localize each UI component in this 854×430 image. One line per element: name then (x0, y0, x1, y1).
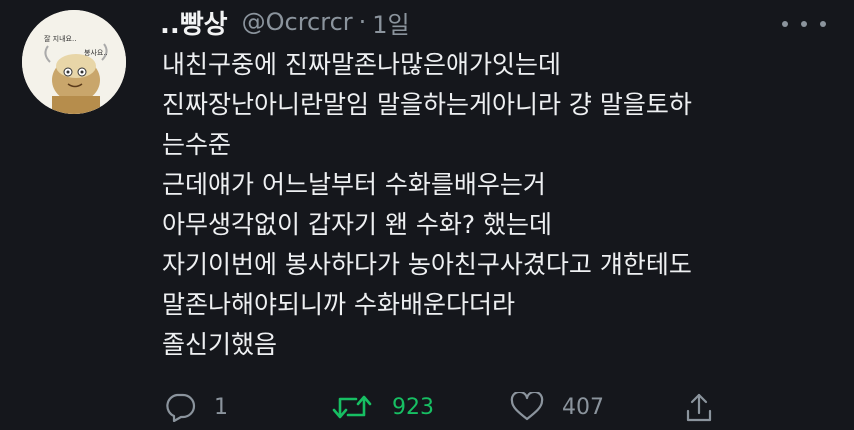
tweet-actions-bar: 1 923 407 (164, 384, 724, 430)
heart-icon (510, 392, 544, 421)
avatar[interactable]: 잘 지내요.. 봉사요.. (22, 10, 126, 114)
tweet-text-line: 자기이번에 봉사하다가 농아친구사겼다고 걔한테도 (162, 250, 692, 279)
reply-icon (166, 393, 196, 422)
tweet-text-line: 근데얘가 어느날부터 수화를배우는거 (162, 170, 546, 199)
tweet-text-line: 내친구중에 진짜말존나많은애가잇는데 (162, 50, 561, 79)
separator-dot: · (358, 8, 367, 36)
retweet-icon (332, 395, 372, 419)
avatar-illustration (22, 10, 126, 114)
like-count: 407 (562, 394, 604, 420)
user-handle[interactable]: @Ocrcrcr (242, 8, 353, 36)
display-name[interactable]: ..빵상 (160, 4, 228, 41)
avatar-caption-2: 봉사요.. (84, 49, 108, 57)
tweet-text-line: 는수준 (162, 130, 232, 159)
tweet-text-line: 아무생각없이 갑자기 왠 수화? 했는데 (162, 210, 553, 239)
tweet-text: 내친구중에 진짜말존나많은애가잇는데 진짜장난아니란말임 말을하는게아니라 걍 … (162, 45, 802, 365)
more-dots-icon (801, 21, 807, 27)
like-button[interactable]: 407 (510, 384, 604, 430)
share-button[interactable] (684, 384, 714, 430)
tweet-text-line: 말존나해야되니까 수화배운다더라 (162, 290, 515, 319)
avatar-caption-1: 잘 지내요.. (44, 35, 77, 43)
tweet-timestamp[interactable]: 1일 (372, 5, 409, 40)
more-dots-icon (782, 21, 788, 27)
tweet-header: ..빵상 @Ocrcrcr · 1일 (160, 4, 410, 40)
more-options-button[interactable] (782, 16, 826, 32)
tweet-card[interactable]: 잘 지내요.. 봉사요.. ..빵상 @Ocrcrcr · 1일 내친구중에 진… (0, 0, 854, 430)
tweet-text-line: 진짜장난아니란말임 말을하는게아니라 걍 말을토하 (162, 90, 692, 119)
retweet-count: 923 (392, 394, 434, 420)
reply-button[interactable]: 1 (164, 384, 228, 430)
retweet-button[interactable]: 923 (332, 384, 434, 430)
share-icon (686, 393, 712, 422)
more-dots-icon (820, 21, 826, 27)
reply-count: 1 (214, 394, 228, 420)
tweet-text-line: 졸신기했음 (162, 330, 278, 359)
